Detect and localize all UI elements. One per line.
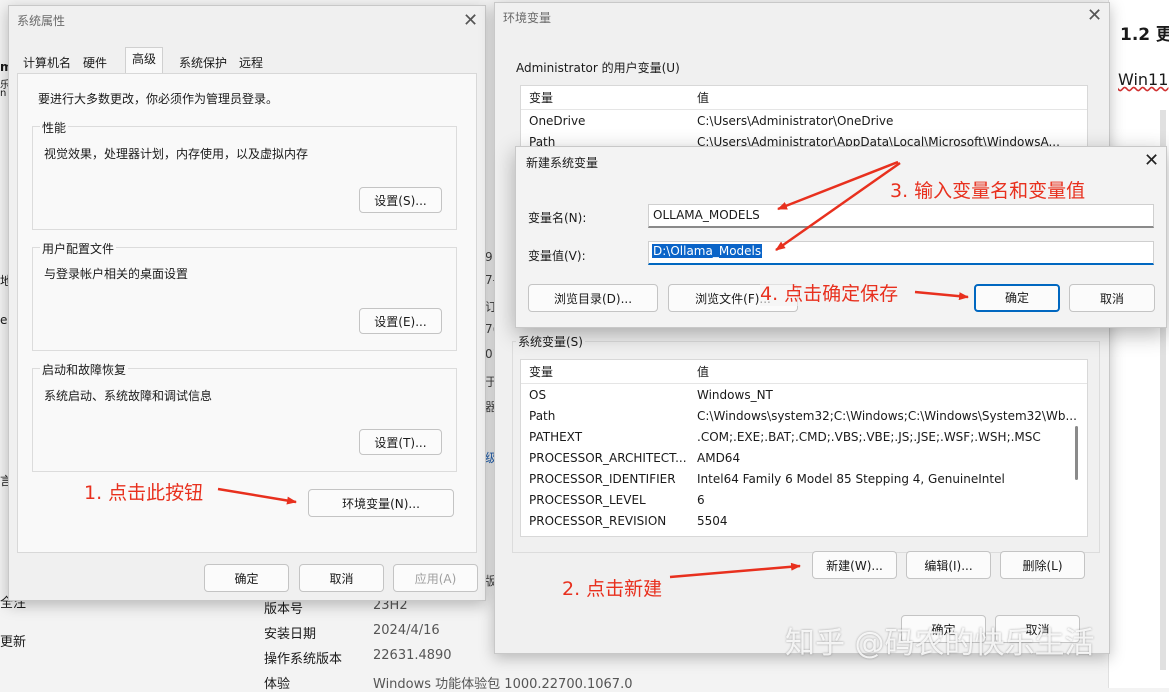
- arrow-step3a: [777, 160, 899, 211]
- arrow-step2: [669, 562, 801, 579]
- arrow-step1: [217, 487, 297, 505]
- annotation-arrows: [217, 160, 969, 579]
- watermark: 知乎 @码农的快乐生活: [785, 626, 1095, 661]
- arrow-step4: [914, 290, 969, 301]
- arrow-step3b: [775, 161, 901, 252]
